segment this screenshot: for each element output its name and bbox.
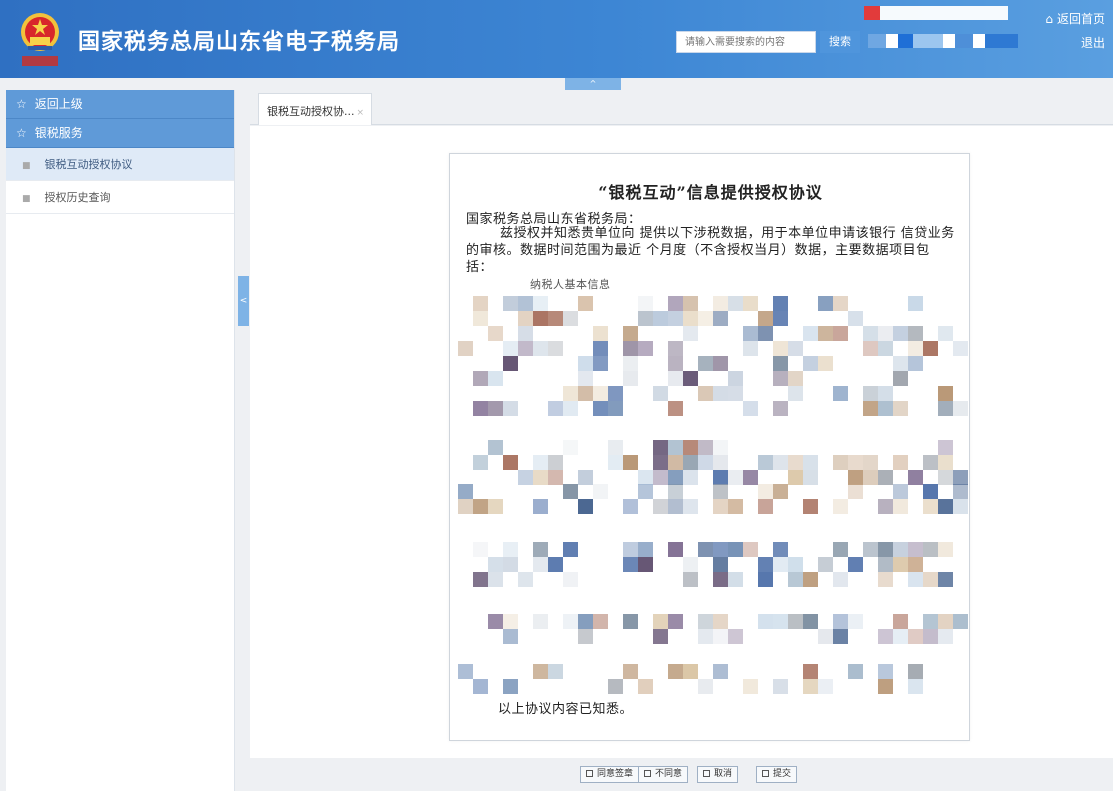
button-label: 取消	[714, 769, 733, 779]
sidebar-section-bank-tax[interactable]: ☆ 银税服务	[6, 119, 234, 148]
button-label: 不同意	[655, 769, 683, 779]
tab-label: 银税互动授权协...	[267, 105, 355, 118]
header-bar: 国家税务总局山东省电子税务局 搜索 ⌂返回首页 退出	[0, 0, 1113, 78]
checkbox-icon	[644, 770, 651, 777]
square-bullet-icon: ■	[22, 161, 31, 171]
tab-bar: 银税互动授权协... ×	[250, 90, 1113, 125]
site-title: 国家税务总局山东省电子税务局	[78, 30, 401, 55]
search-button[interactable]: 搜索	[820, 31, 860, 53]
home-link-label: 返回首页	[1056, 12, 1105, 26]
tab-agreement[interactable]: 银税互动授权协... ×	[258, 93, 372, 125]
header-collapse-toggle[interactable]: ^	[565, 78, 621, 90]
home-link[interactable]: ⌂ 返回首页	[1045, 10, 1105, 27]
search-input[interactable]	[676, 31, 816, 53]
sidebar-back-label: 返回上级	[34, 97, 83, 111]
redacted-badge	[880, 6, 1008, 20]
redacted-mosaic	[458, 296, 968, 694]
checkbox-icon	[586, 770, 593, 777]
sidebar-section-label: 银税服务	[34, 126, 83, 140]
sidebar-collapse-toggle[interactable]: <	[238, 276, 249, 326]
sidebar-back-link[interactable]: ☆ 返回上级	[6, 90, 234, 119]
sidebar: ☆ 返回上级 ☆ 银税服务 ■ 银税互动授权协议 ■ 授权历史查询	[6, 90, 235, 791]
sidebar-item-label: 授权历史查询	[44, 191, 111, 204]
submit-button[interactable]: 提交	[756, 766, 798, 783]
close-icon[interactable]: ×	[357, 108, 365, 118]
sidebar-item-history[interactable]: ■ 授权历史查询	[6, 181, 234, 214]
agree-sign-button[interactable]: 同意签章	[580, 766, 640, 783]
agreement-document: “银税互动”信息提供授权协议 国家税务总局山东省税务局： 兹授权并知悉贵单位向 …	[449, 153, 970, 741]
square-bullet-icon: ■	[22, 194, 31, 204]
redacted-badge	[864, 6, 880, 20]
button-label: 同意签章	[597, 769, 634, 779]
star-icon: ☆	[16, 126, 27, 140]
tax-emblem-icon	[21, 13, 59, 66]
home-icon: ⌂	[1045, 12, 1053, 26]
document-closing: 以上协议内容已知悉。	[498, 702, 634, 717]
checkbox-icon	[703, 770, 710, 777]
sidebar-item-label: 银税互动授权协议	[44, 158, 133, 171]
disagree-button[interactable]: 不同意	[638, 766, 689, 783]
button-label: 提交	[773, 769, 792, 779]
cancel-button[interactable]: 取消	[697, 766, 739, 783]
redacted-area	[868, 34, 1018, 48]
star-icon: ☆	[16, 97, 27, 111]
sidebar-item-agreement[interactable]: ■ 银税互动授权协议	[6, 148, 234, 181]
logout-link[interactable]: 退出	[1081, 34, 1105, 51]
checkbox-icon	[762, 770, 769, 777]
